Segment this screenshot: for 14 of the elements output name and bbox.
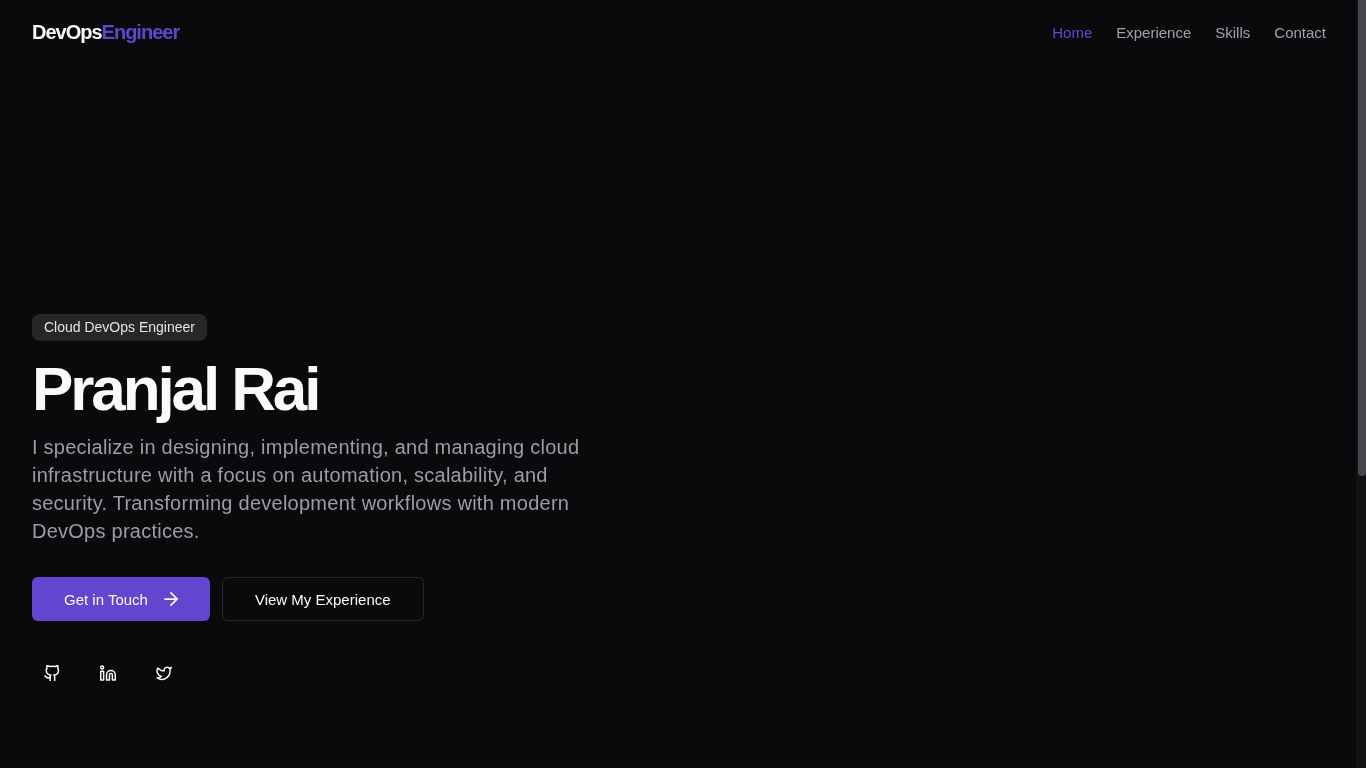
nav-link[interactable]: Contact bbox=[1274, 23, 1326, 41]
linkedin-icon bbox=[100, 665, 116, 681]
twitter-icon bbox=[156, 665, 172, 681]
scrollbar-thumb[interactable] bbox=[1358, 0, 1366, 476]
nav-link[interactable]: Skills bbox=[1215, 23, 1251, 41]
arrow-right-icon bbox=[163, 592, 178, 606]
experience-button[interactable]: View My Experience bbox=[221, 577, 424, 621]
contact-button[interactable]: Get in Touch bbox=[32, 577, 210, 621]
role-badge: Cloud DevOps Engineer bbox=[32, 314, 207, 341]
hero-intro: I specialize in designing, implementing, and managing cloud infrastructure with a focus on automation, scalability, and security. Transforming development workflows with modern DevOps practices. bbox=[32, 435, 581, 544]
nav-link[interactable]: Experience bbox=[1116, 23, 1192, 41]
github-icon bbox=[44, 665, 60, 681]
hero-title: Pranjal Rai bbox=[32, 357, 319, 421]
logo-link[interactable]: DevOpsEngineer bbox=[32, 20, 180, 44]
